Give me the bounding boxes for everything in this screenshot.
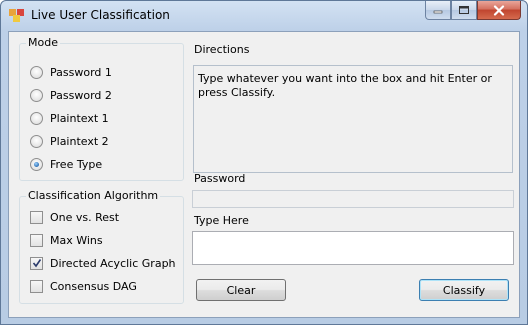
mode-option-password-2[interactable]: Password 2 (30, 87, 112, 103)
directions-text: Type whatever you want into the box and … (193, 65, 513, 173)
mode-group: Mode Password 1 Password 2 Plaintext 1 P… (19, 36, 184, 181)
maximize-icon (459, 6, 469, 14)
mode-option-password-1[interactable]: Password 1 (30, 64, 112, 80)
classify-button[interactable]: Classify (419, 279, 509, 301)
mode-option-plaintext-2[interactable]: Plaintext 2 (30, 133, 109, 149)
maximize-button[interactable] (451, 1, 477, 20)
checkbox[interactable] (30, 279, 43, 293)
close-icon (493, 4, 505, 16)
option-label: Password 1 (50, 65, 112, 79)
algorithm-option-consensus-dag[interactable]: Consensus DAG (30, 278, 137, 294)
radio-button[interactable] (30, 88, 43, 102)
minimize-button[interactable] (425, 1, 451, 20)
title-bar[interactable]: Live User Classification (1, 1, 527, 31)
algorithm-group: Classification Algorithm One vs. Rest Ma… (19, 189, 184, 304)
caption-buttons (425, 1, 521, 21)
mode-option-plaintext-1[interactable]: Plaintext 1 (30, 110, 109, 126)
checkmark-icon (32, 259, 41, 268)
minimize-icon (433, 10, 443, 14)
clear-button[interactable]: Clear (196, 279, 286, 301)
type-here-input[interactable] (192, 231, 514, 265)
password-field[interactable] (192, 190, 514, 208)
checkbox-checked[interactable] (30, 256, 43, 270)
option-label: Directed Acyclic Graph (50, 256, 176, 270)
option-label: Plaintext 1 (50, 111, 109, 125)
window-title: Live User Classification (31, 8, 170, 22)
option-label: Max Wins (50, 233, 103, 247)
radio-button[interactable] (30, 111, 43, 125)
mode-option-free-type[interactable]: Free Type (30, 156, 102, 172)
type-here-heading: Type Here (194, 214, 249, 227)
option-label: Password 2 (50, 88, 112, 102)
radio-button[interactable] (30, 65, 43, 79)
radio-button-selected[interactable] (30, 157, 43, 171)
radio-button[interactable] (30, 134, 43, 148)
algorithm-option-directed-acyclic-graph[interactable]: Directed Acyclic Graph (30, 255, 176, 271)
checkbox[interactable] (30, 233, 43, 247)
option-label: One vs. Rest (50, 210, 120, 224)
option-label: Consensus DAG (50, 279, 137, 293)
algorithm-heading: Classification Algorithm (26, 189, 161, 202)
mode-heading: Mode (26, 36, 60, 49)
option-label: Plaintext 2 (50, 134, 109, 148)
directions-heading: Directions (194, 43, 250, 56)
app-icon (9, 9, 25, 23)
close-button[interactable] (477, 1, 521, 20)
option-label: Free Type (50, 157, 103, 171)
checkbox[interactable] (30, 210, 43, 224)
algorithm-option-max-wins[interactable]: Max Wins (30, 232, 103, 248)
main-window: Live User Classification Mode Password 1… (0, 0, 528, 325)
client-area: Mode Password 1 Password 2 Plaintext 1 P… (8, 31, 520, 318)
password-heading: Password (194, 172, 246, 185)
algorithm-option-one-vs-rest[interactable]: One vs. Rest (30, 209, 119, 225)
